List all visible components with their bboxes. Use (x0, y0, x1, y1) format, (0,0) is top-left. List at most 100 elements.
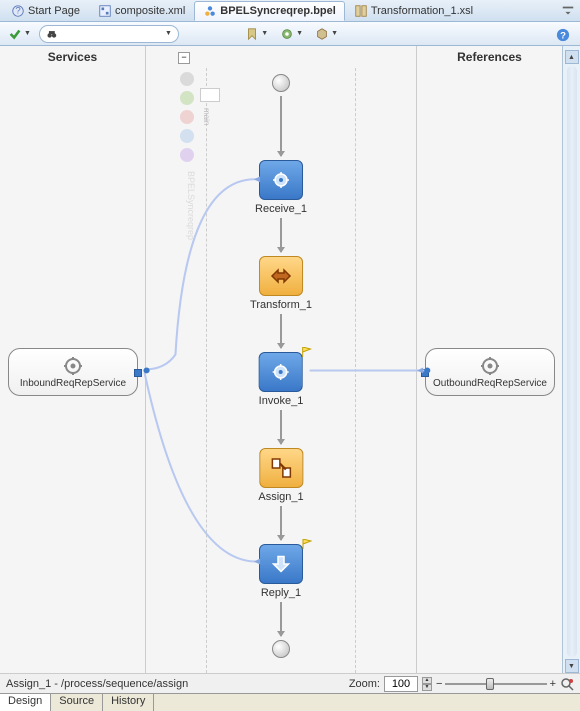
zoom-slider[interactable]: − + (436, 678, 556, 690)
assign-icon (269, 456, 293, 480)
palette-label: BPELSyncreqrep (180, 171, 196, 240)
bpel-file-icon (203, 4, 217, 18)
zoom-spinner: ▲ ▼ (422, 677, 432, 691)
help-icon: ? (556, 28, 570, 42)
help-icon: ? (11, 4, 25, 18)
tab-label: Transformation_1.xsl (371, 5, 473, 17)
tab-label: BPELSyncreqrep.bpel (220, 5, 336, 17)
zoom-up-button[interactable]: ▲ (422, 677, 432, 684)
collapse-button[interactable]: − (178, 52, 190, 64)
reply-node[interactable]: Reply_1 (259, 544, 303, 599)
palette-item[interactable] (180, 129, 194, 143)
zoom-down-button[interactable]: ▼ (422, 684, 432, 691)
minus-icon: − (436, 678, 442, 690)
settings-button[interactable]: ▼ (276, 24, 307, 44)
tab-label: Start Page (28, 5, 80, 17)
verify-button[interactable]: ▼ (4, 24, 35, 44)
palette-strip: BPELSyncreqrep (180, 72, 196, 240)
node-label: Transform_1 (250, 299, 312, 311)
receive-node[interactable]: Receive_1 (255, 160, 307, 215)
flow-arrow (280, 410, 282, 444)
flow-arrow (280, 314, 282, 348)
search-input[interactable] (58, 28, 163, 40)
inbound-service-box[interactable]: InboundReqRepService (8, 348, 138, 396)
tab-label: composite.xml (115, 5, 185, 17)
palette-item[interactable] (180, 91, 194, 105)
flag-icon (302, 347, 312, 357)
gear-icon (63, 356, 83, 376)
svg-text:?: ? (15, 6, 20, 17)
scroll-down-button[interactable]: ▼ (565, 659, 579, 673)
diagram-main: Services InboundReqRepService − BPELSync… (0, 46, 580, 673)
chevron-down-icon: ▼ (296, 30, 303, 37)
bookmark-button[interactable]: ▼ (241, 24, 272, 44)
flow-arrow (280, 218, 282, 252)
gear-icon (480, 356, 500, 376)
gear-icon (271, 362, 291, 382)
zoom-input[interactable] (384, 676, 418, 692)
xml-file-icon (98, 4, 112, 18)
gear-icon (280, 27, 294, 41)
view-tab-history[interactable]: History (103, 694, 154, 711)
xsl-file-icon (354, 4, 368, 18)
assign-node[interactable]: Assign_1 (258, 448, 303, 503)
services-header: Services (0, 46, 145, 68)
zoom-label: Zoom: (349, 678, 380, 690)
tab-dropdown[interactable] (560, 3, 576, 19)
box-icon (315, 27, 329, 41)
binoculars-icon (46, 27, 58, 41)
start-node[interactable] (272, 74, 290, 92)
node-label: Assign_1 (258, 491, 303, 503)
process-canvas[interactable]: − BPELSyncreqrep main (146, 68, 416, 673)
palette-item[interactable] (180, 110, 194, 124)
service-label: OutboundReqRepService (433, 378, 547, 389)
box-button[interactable]: ▼ (311, 24, 342, 44)
receive-activity (259, 160, 303, 200)
invoke-activity (259, 352, 303, 392)
dropdown-icon (561, 4, 575, 18)
chevron-down-icon: ▼ (261, 30, 268, 37)
fit-zoom-icon[interactable] (560, 677, 574, 691)
service-port[interactable] (134, 369, 142, 377)
scroll-track[interactable] (567, 66, 577, 657)
scope-mini-label: main (202, 108, 211, 125)
references-header: References (417, 46, 562, 68)
scope-mini-box[interactable] (200, 88, 220, 102)
editor-tab-bar: ? Start Page composite.xml BPELSyncreqre… (0, 0, 580, 22)
slider-track[interactable] (445, 683, 546, 685)
flow-arrow (280, 96, 282, 156)
palette-item[interactable] (180, 148, 194, 162)
chevron-down-icon: ▼ (331, 30, 338, 37)
service-port[interactable] (421, 369, 429, 377)
outbound-service-box[interactable]: OutboundReqRepService (425, 348, 555, 396)
transform-icon (269, 264, 293, 288)
view-tab-design[interactable]: Design (0, 694, 51, 711)
selection-path: Assign_1 - /process/sequence/assign (6, 678, 188, 690)
palette-item[interactable] (180, 72, 194, 86)
zoom-controls: Zoom: ▲ ▼ − + (349, 676, 574, 692)
transform-node[interactable]: Transform_1 (250, 256, 312, 311)
help-button[interactable]: ? (552, 25, 574, 45)
view-tab-bar: Design Source History (0, 693, 580, 711)
tab-bpel[interactable]: BPELSyncreqrep.bpel (194, 1, 345, 21)
assign-activity (259, 448, 303, 488)
tab-composite[interactable]: composite.xml (89, 1, 194, 21)
start-circle (272, 74, 290, 92)
flag-icon (302, 539, 312, 549)
end-node[interactable] (272, 640, 290, 658)
plus-icon: + (550, 678, 556, 690)
status-bar: Assign_1 - /process/sequence/assign Zoom… (0, 673, 580, 693)
chevron-down-icon: ▼ (24, 30, 31, 37)
bookmark-icon (245, 27, 259, 41)
slider-thumb[interactable] (486, 678, 494, 690)
node-label: Invoke_1 (259, 395, 304, 407)
invoke-node[interactable]: Invoke_1 (259, 352, 304, 407)
view-tab-source[interactable]: Source (51, 694, 103, 711)
node-label: Reply_1 (261, 587, 301, 599)
transform-activity (259, 256, 303, 296)
check-icon (8, 27, 22, 41)
tab-start-page[interactable]: ? Start Page (2, 1, 89, 21)
end-circle (272, 640, 290, 658)
scroll-up-button[interactable]: ▲ (565, 50, 579, 64)
tab-xsl[interactable]: Transformation_1.xsl (345, 1, 482, 21)
